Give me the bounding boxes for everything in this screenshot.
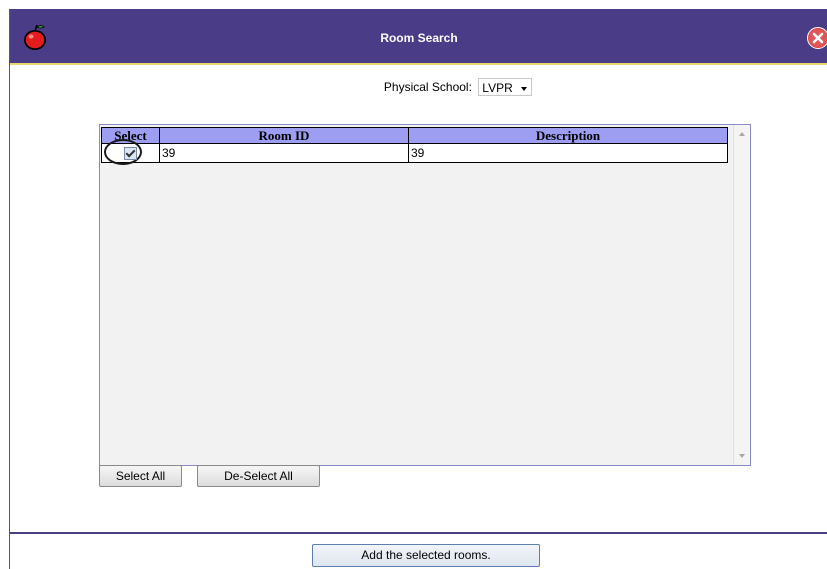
chevron-down-icon [521,86,528,91]
close-icon[interactable] [807,27,827,49]
select-cell[interactable] [101,139,160,165]
add-selected-rooms-button[interactable]: Add the selected rooms. [312,544,540,567]
column-header-select[interactable]: Select [101,127,160,144]
footer-divider [10,532,827,534]
description-cell: 39 [408,143,728,163]
physical-school-label: Physical School: [383,80,472,94]
row-select-checkbox[interactable] [124,147,137,161]
vertical-scrollbar[interactable] [733,125,750,465]
select-all-button[interactable]: Select All [99,465,182,487]
scroll-down-icon[interactable] [739,454,745,458]
rooms-table: Select Room ID Description 39 39 [101,127,728,165]
column-header-description[interactable]: Description [408,127,728,144]
column-header-room-id[interactable]: Room ID [159,127,409,144]
deselect-all-button[interactable]: De-Select All [197,465,320,487]
physical-school-filter: Physical School: LVPR [10,78,827,96]
room-search-dialog: Room Search Physical School: LVPR Select… [9,9,827,569]
room-id-cell: 39 [159,143,409,163]
table-header-row: Select Room ID Description [101,127,728,144]
physical-school-select[interactable]: LVPR [478,78,533,96]
dialog-title: Room Search [380,31,458,45]
physical-school-value: LVPR [482,81,513,95]
title-bar: Room Search [10,9,827,65]
scroll-up-icon[interactable] [739,132,745,136]
table-row[interactable]: 39 39 [101,139,728,165]
rooms-grid: Select Room ID Description 39 39 [99,124,751,466]
